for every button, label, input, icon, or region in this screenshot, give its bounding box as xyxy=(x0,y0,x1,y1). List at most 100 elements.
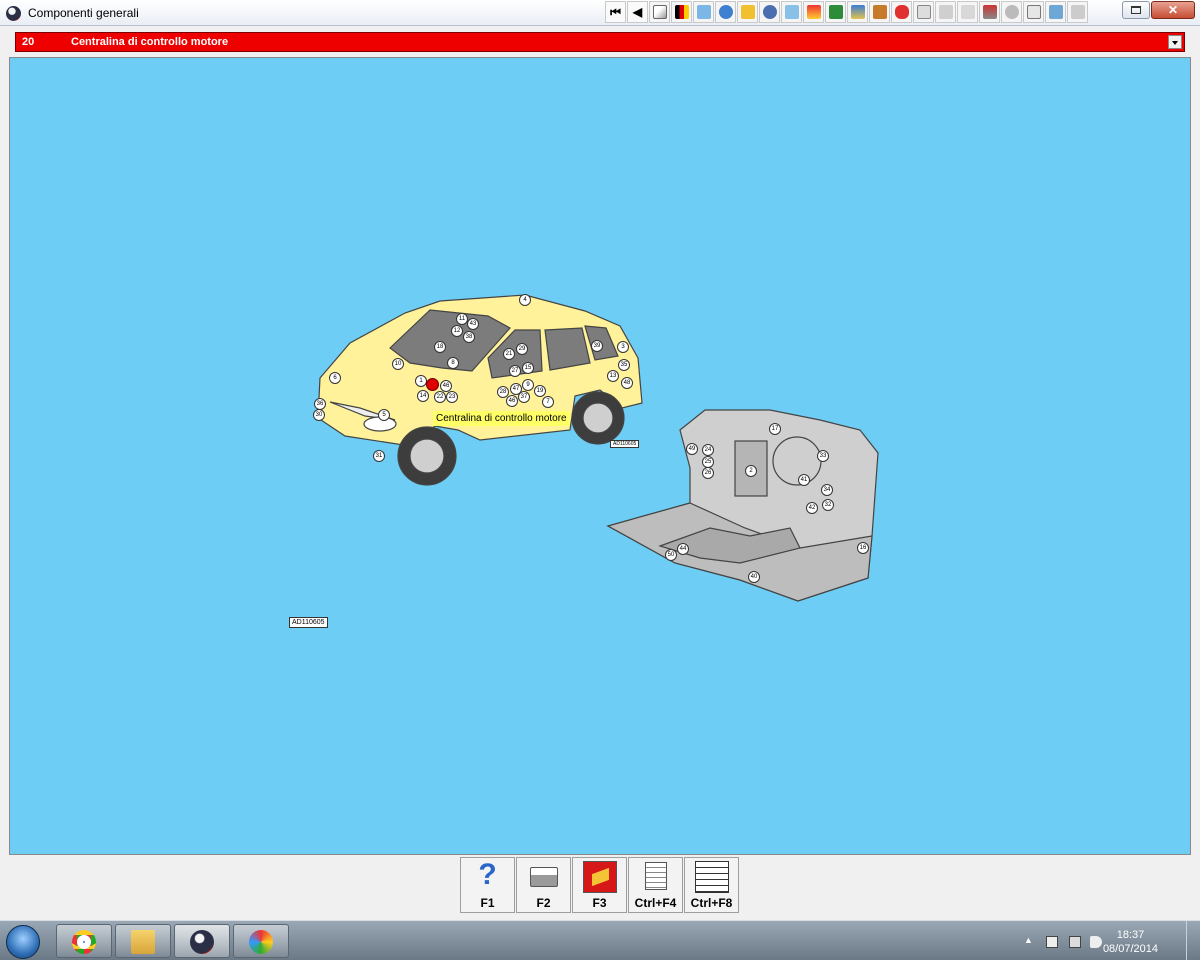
print-icon xyxy=(529,867,558,887)
toolbar: ⏮ ◀ xyxy=(605,1,1089,23)
diagnostic-app-icon xyxy=(190,930,214,954)
flag-icon[interactable] xyxy=(671,1,692,23)
dash-callout-33[interactable]: 33 xyxy=(817,450,829,462)
network-icon[interactable] xyxy=(1069,936,1081,948)
title-bar: Componenti generali ⏮ ◀ ✕ xyxy=(0,0,1200,26)
car-callout-31[interactable]: 31 xyxy=(373,450,385,462)
restore-button[interactable] xyxy=(1122,1,1150,19)
dash-callout-26[interactable]: 26 xyxy=(702,467,714,479)
prev-icon[interactable]: ◀ xyxy=(627,1,648,23)
dash-callout-50[interactable]: 50 xyxy=(665,549,677,561)
f3-component-button[interactable]: F3 xyxy=(572,857,627,913)
car-callout-5[interactable]: 5 xyxy=(378,409,390,421)
ctrl-f8-list-button[interactable]: Ctrl+F8 xyxy=(684,857,739,913)
f1-label: F1 xyxy=(480,896,495,910)
ctrl-f8-label: Ctrl+F8 xyxy=(690,896,733,910)
car-callout-13[interactable]: 13 xyxy=(607,370,619,382)
dash-callout-40[interactable]: 40 xyxy=(748,571,760,583)
car-callout-48[interactable]: 48 xyxy=(621,377,633,389)
paint-icon xyxy=(249,930,273,954)
car-callout-29[interactable]: 29 xyxy=(516,343,528,355)
engine-icon[interactable] xyxy=(847,1,868,23)
spanner-icon[interactable] xyxy=(781,1,802,23)
car-callout-8[interactable]: 8 xyxy=(447,357,459,369)
notes-icon xyxy=(644,862,667,890)
car-callout-3[interactable]: 3 xyxy=(617,341,629,353)
taskbar-diagnostic-app[interactable] xyxy=(174,924,230,958)
dash-callout-32[interactable]: 32 xyxy=(822,499,834,511)
volume-icon[interactable] xyxy=(1090,936,1102,948)
car-callout-7[interactable]: 7 xyxy=(542,396,554,408)
component-label: Centralina di controllo motore xyxy=(71,36,229,48)
show-desktop-button[interactable] xyxy=(1186,921,1200,960)
tools-icon[interactable] xyxy=(737,1,758,23)
car-callout-14[interactable]: 14 xyxy=(417,390,429,402)
ramp-icon[interactable] xyxy=(803,1,824,23)
car-callout-18[interactable]: 18 xyxy=(434,341,446,353)
car-callout-30[interactable]: 30 xyxy=(313,409,325,421)
dash-callout-17[interactable]: 17 xyxy=(769,423,781,435)
help-icon: ? xyxy=(478,858,497,891)
tray-expand-icon[interactable]: ▲ xyxy=(1024,935,1036,947)
dash-callout-44[interactable]: 44 xyxy=(677,543,689,555)
car-callout-22[interactable]: 22 xyxy=(434,391,446,403)
book-icon[interactable] xyxy=(869,1,890,23)
car-callout-37[interactable]: 37 xyxy=(518,391,530,403)
taskbar-chrome[interactable] xyxy=(56,924,112,958)
start-button[interactable] xyxy=(6,925,40,959)
dash-callout-34[interactable]: 34 xyxy=(821,484,833,496)
car-callout-27[interactable]: 27 xyxy=(509,365,521,377)
list-icon xyxy=(694,861,729,893)
car-callout-10[interactable]: 10 xyxy=(392,358,404,370)
close-button[interactable]: ✕ xyxy=(1151,1,1195,19)
car-callout-12[interactable]: 12 xyxy=(451,325,463,337)
gear-icon[interactable] xyxy=(715,1,736,23)
warning-icon[interactable] xyxy=(649,1,670,23)
car-icon[interactable] xyxy=(891,1,912,23)
car-callout-38[interactable]: 38 xyxy=(463,331,475,343)
lift-icon[interactable] xyxy=(825,1,846,23)
car-callout-4[interactable]: 4 xyxy=(519,294,531,306)
taskbar-explorer[interactable] xyxy=(115,924,171,958)
taskbar: ▲ 18:37 08/07/2014 xyxy=(0,920,1200,960)
clock[interactable]: 18:37 08/07/2014 xyxy=(1103,928,1158,956)
hazard-icon[interactable] xyxy=(1023,1,1044,23)
location-icon[interactable] xyxy=(1001,1,1022,23)
dash-callout-49[interactable]: 49 xyxy=(686,443,698,455)
fault-icon[interactable] xyxy=(979,1,1000,23)
dash-callout-42[interactable]: 42 xyxy=(806,502,818,514)
dash-callout-24[interactable]: 24 xyxy=(702,444,714,456)
car-callout-39[interactable]: 39 xyxy=(591,340,603,352)
ctrl-f4-notes-button[interactable]: Ctrl+F4 xyxy=(628,857,683,913)
car-callout-23[interactable]: 23 xyxy=(446,391,458,403)
wiring-icon[interactable] xyxy=(1067,1,1088,23)
dash-callout-16[interactable]: 16 xyxy=(857,542,869,554)
car-callout-9[interactable]: 9 xyxy=(522,379,534,391)
car-callout-46[interactable]: 46 xyxy=(506,395,518,407)
exchange-icon[interactable] xyxy=(1045,1,1066,23)
component-selector[interactable]: 20 Centralina di controllo motore xyxy=(15,32,1185,52)
car-callout-21[interactable]: 21 xyxy=(503,348,515,360)
print-icon[interactable] xyxy=(935,1,956,23)
car-illustration xyxy=(317,294,643,486)
car-callout-15[interactable]: 15 xyxy=(522,362,534,374)
dash-callout-41[interactable]: 41 xyxy=(798,474,810,486)
figure-reference: AD110605 xyxy=(289,617,328,628)
f1-help-button[interactable]: ? F1 xyxy=(460,857,515,913)
app-icon xyxy=(6,6,21,21)
dash-callout-2[interactable]: 2 xyxy=(745,465,757,477)
car-callout-35[interactable]: 35 xyxy=(618,359,630,371)
car-callout-6[interactable]: 6 xyxy=(329,372,341,384)
clock-icon[interactable] xyxy=(759,1,780,23)
first-icon[interactable]: ⏮ xyxy=(605,1,626,23)
car-callout-19[interactable]: 19 xyxy=(534,385,546,397)
chevron-down-icon[interactable] xyxy=(1168,35,1182,49)
component-icon[interactable] xyxy=(913,1,934,23)
diagram-icon[interactable] xyxy=(693,1,714,23)
action-center-icon[interactable] xyxy=(1046,936,1058,948)
f2-print-button[interactable]: F2 xyxy=(516,857,571,913)
car-callout-43[interactable]: 43 xyxy=(467,318,479,330)
taskbar-paint[interactable] xyxy=(233,924,289,958)
selected-component-marker[interactable] xyxy=(426,378,439,391)
car-info-icon[interactable] xyxy=(957,1,978,23)
